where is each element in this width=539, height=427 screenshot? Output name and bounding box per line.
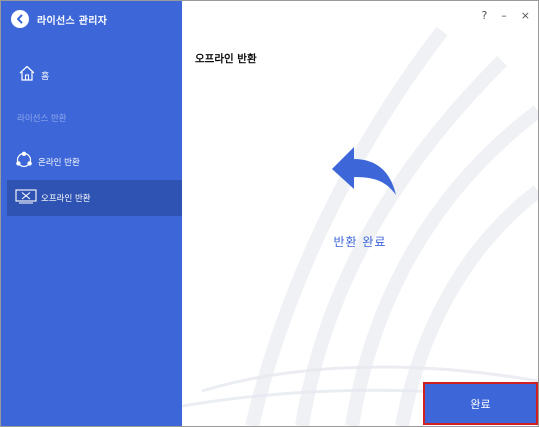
sidebar-item-label: 오프라인 반환 <box>41 194 91 204</box>
return-arrow-icon <box>332 147 396 195</box>
license-manager-window: 라이선스 관리자 홈 라이선스 반환 온라인 반환 오프라인 반환 ? – × … <box>0 0 539 427</box>
sidebar-item-home[interactable]: 홈 <box>1 61 182 89</box>
app-header: 라이선스 관리자 <box>11 9 107 29</box>
offline-icon <box>15 188 37 208</box>
done-button[interactable]: 완료 <box>423 382 538 425</box>
main-panel: ? – × 오프라인 반환 반환 완료 <box>182 1 538 426</box>
online-icon <box>14 150 34 174</box>
section-label-license-return: 라이선스 반환 <box>17 114 67 124</box>
page-title: 오프라인 반환 <box>195 53 257 65</box>
close-button[interactable]: × <box>521 9 530 22</box>
app-title: 라이선스 관리자 <box>37 15 108 27</box>
minimize-button[interactable]: – <box>501 9 507 22</box>
status-text: 반환 완료 <box>333 235 387 249</box>
back-icon[interactable] <box>11 10 29 28</box>
sidebar-item-online-return[interactable]: 온라인 반환 <box>1 149 182 175</box>
sidebar-item-offline-return[interactable]: 오프라인 반환 <box>7 180 182 216</box>
help-button[interactable]: ? <box>481 9 487 22</box>
sidebar-item-label: 홈 <box>41 71 50 82</box>
home-icon <box>17 63 37 87</box>
window-controls: ? – × <box>481 9 530 22</box>
sidebar-item-label: 온라인 반환 <box>38 158 80 168</box>
sidebar: 라이선스 관리자 홈 라이선스 반환 온라인 반환 오프라인 반환 <box>1 1 182 426</box>
